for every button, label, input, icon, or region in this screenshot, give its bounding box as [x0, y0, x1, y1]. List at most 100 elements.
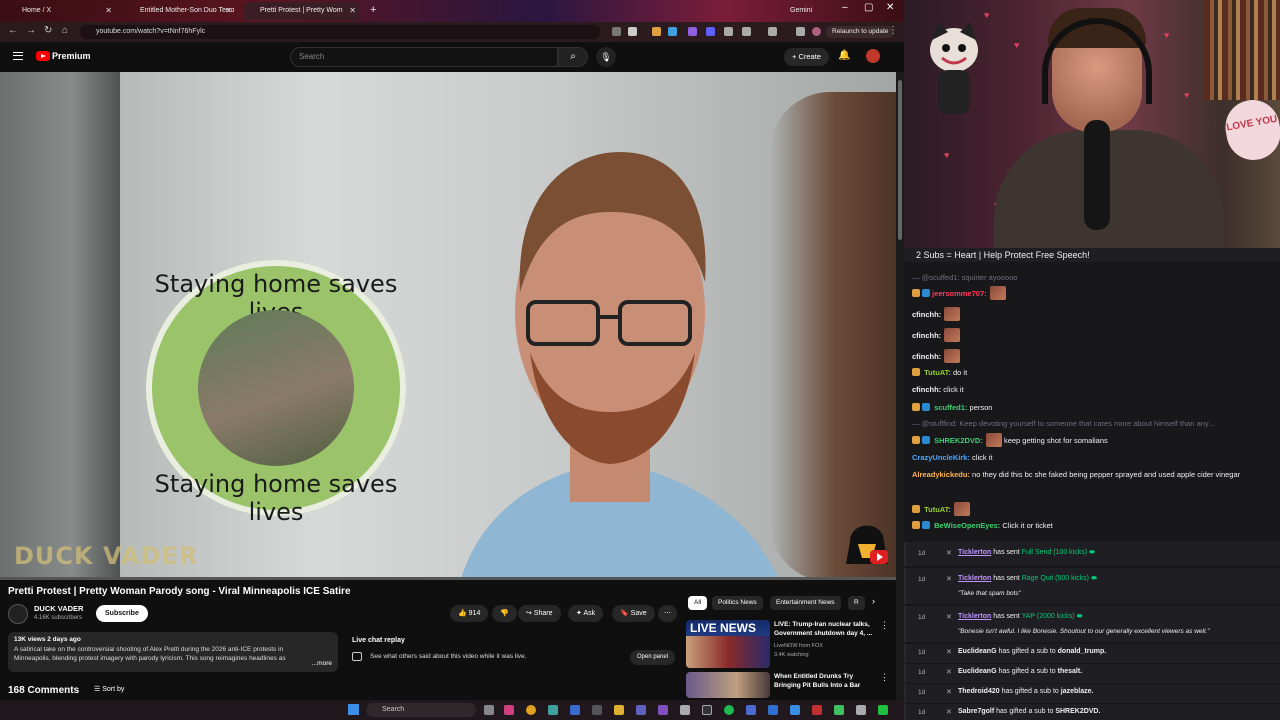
sort-by-button[interactable]: ☰ Sort by [94, 685, 124, 693]
chip-all[interactable]: All [688, 596, 708, 610]
extension-icon[interactable] [706, 27, 715, 36]
home-icon[interactable]: ⌂ [62, 25, 68, 36]
star-icon[interactable] [628, 27, 637, 36]
url-field[interactable]: youtube.com/watch?v=tNnf76hFylc [80, 25, 600, 39]
channel-name[interactable]: DUCK VADER [34, 604, 83, 613]
chat-username[interactable]: jeersomme707: [932, 289, 987, 298]
more-actions-button[interactable]: ⋯ [658, 605, 677, 622]
open-panel-button[interactable]: Open panel [630, 650, 676, 665]
chat-username[interactable]: Alreadykickedu: [912, 470, 970, 479]
chat-username[interactable]: cfinchh: [912, 310, 941, 319]
rec-thumbnail[interactable] [686, 672, 770, 698]
close-icon[interactable]: ✕ [349, 2, 356, 20]
chat-username[interactable]: CrazyUncleKirk: [912, 453, 970, 462]
relaunch-button[interactable]: Relaunch to update [826, 26, 895, 38]
rec-channel[interactable]: LiveNOW from FOX [774, 643, 823, 649]
minimize-icon[interactable]: – [842, 2, 848, 13]
chrome-icon[interactable] [526, 705, 536, 715]
chat-username[interactable]: cfinchh: [912, 352, 941, 361]
app-icon[interactable] [746, 705, 756, 715]
close-icon[interactable]: ✕ [225, 2, 232, 20]
app-icon[interactable] [504, 705, 514, 715]
more-vert-icon[interactable]: ⋮ [880, 672, 889, 683]
app-icon[interactable] [702, 705, 712, 715]
app-icon[interactable] [592, 705, 602, 715]
subscribe-button[interactable]: Subscribe [96, 605, 148, 622]
more-link[interactable]: ...more [308, 660, 332, 667]
forward-icon[interactable]: → [26, 25, 36, 36]
close-icon[interactable]: ✕ [105, 2, 112, 20]
more-vert-icon[interactable]: ⋮ [880, 620, 889, 631]
share-button[interactable]: ↪ Share [518, 605, 561, 622]
maximize-icon[interactable]: ▢ [864, 2, 873, 13]
app-icon[interactable] [878, 705, 888, 715]
app-icon[interactable] [768, 705, 778, 715]
puzzle-icon[interactable] [742, 27, 751, 36]
like-button[interactable]: 👍 914 [450, 605, 489, 622]
chat-username[interactable]: cfinchh: [912, 385, 941, 394]
search-input[interactable]: Search [290, 47, 558, 67]
event-user[interactable]: Ticklerton [958, 575, 991, 582]
description-box[interactable]: 13K views 2 days ago A satirical take on… [8, 632, 338, 672]
app-icon[interactable] [636, 705, 646, 715]
back-icon[interactable]: ← [8, 25, 18, 36]
new-tab-button[interactable]: + [364, 2, 378, 20]
extension-icon[interactable] [724, 27, 733, 36]
chat-username[interactable]: BeWiseOpenEyes: [934, 521, 1000, 530]
rec-title[interactable]: When Entitled Drunks Try Bringing Pit Bu… [774, 673, 878, 690]
channel-avatar[interactable] [8, 604, 28, 624]
bell-icon[interactable]: 🔔 [838, 50, 850, 61]
youtube-brand[interactable]: Premium [52, 51, 91, 61]
chip-politics-news[interactable]: Politics News [712, 596, 763, 610]
ask-button[interactable]: ✦ Ask [568, 605, 604, 622]
reload-icon[interactable]: ↻ [44, 25, 52, 36]
create-button[interactable]: + Create [784, 48, 829, 66]
rec-title[interactable]: LIVE: Trump-Iran nuclear talks, Governme… [774, 621, 878, 638]
rec-thumbnail[interactable]: LIVE NEWS [686, 620, 770, 668]
youtube-logo-icon[interactable] [36, 51, 50, 61]
search-icon[interactable]: ⌕ [558, 47, 588, 67]
chat-username[interactable]: cfinchh: [912, 331, 941, 340]
profile-icon[interactable] [812, 27, 821, 36]
event-user[interactable]: EuclideanG [958, 648, 997, 655]
event-user[interactable]: EuclideanG [958, 668, 997, 675]
dislike-button[interactable]: 👎 [492, 605, 517, 622]
spotify-icon[interactable] [724, 705, 734, 715]
menu-icon[interactable] [13, 52, 23, 60]
task-view-icon[interactable] [484, 705, 494, 715]
video-player[interactable]: Staying home saves lives Staying home sa… [0, 72, 896, 578]
save-button[interactable]: 🔖 Save [612, 605, 655, 622]
chat-username[interactable]: TutuAT: [924, 505, 951, 514]
chat-username[interactable]: SHREK2DVD: [934, 436, 983, 445]
chip-more[interactable]: R [848, 596, 865, 610]
tab-pretti-protest[interactable]: Pretti Protest | Pretty Wom ✕ [244, 2, 360, 20]
folder-icon[interactable] [614, 705, 624, 715]
scrollbar-thumb[interactable] [898, 80, 902, 240]
chevron-right-icon[interactable]: › [872, 596, 875, 606]
app-icon[interactable] [680, 705, 690, 715]
close-window-icon[interactable]: ✕ [886, 2, 894, 13]
chip-entertainment-news[interactable]: Entertainment News [770, 596, 841, 610]
video-progress-bar[interactable] [0, 577, 896, 580]
taskbar-search[interactable]: Search [366, 703, 476, 717]
event-user[interactable]: Ticklerton [958, 549, 991, 556]
extension-icon[interactable] [668, 27, 677, 36]
app-icon[interactable] [548, 705, 558, 715]
event-user[interactable]: Thedroid420 [958, 688, 1000, 695]
app-icon[interactable] [812, 705, 822, 715]
windows-start-icon[interactable] [348, 704, 359, 715]
app-icon[interactable] [658, 705, 668, 715]
tab-entitled[interactable]: Entitled Mother-Son Duo Terro ✕ [124, 2, 236, 20]
extension-icon[interactable] [652, 27, 661, 36]
app-icon[interactable] [570, 705, 580, 715]
tab-home-x[interactable]: Home / X ✕ [6, 2, 116, 20]
extension-icon[interactable] [612, 27, 621, 36]
app-icon[interactable] [834, 705, 844, 715]
event-user[interactable]: Sabre7golf [958, 708, 994, 715]
app-icon[interactable] [790, 705, 800, 715]
extension-icon[interactable] [688, 27, 697, 36]
avatar[interactable] [866, 49, 880, 63]
chat-username[interactable]: scuffed1: [934, 403, 967, 412]
microphone-icon[interactable]: 🎙 [596, 47, 616, 67]
app-icon[interactable] [856, 705, 866, 715]
